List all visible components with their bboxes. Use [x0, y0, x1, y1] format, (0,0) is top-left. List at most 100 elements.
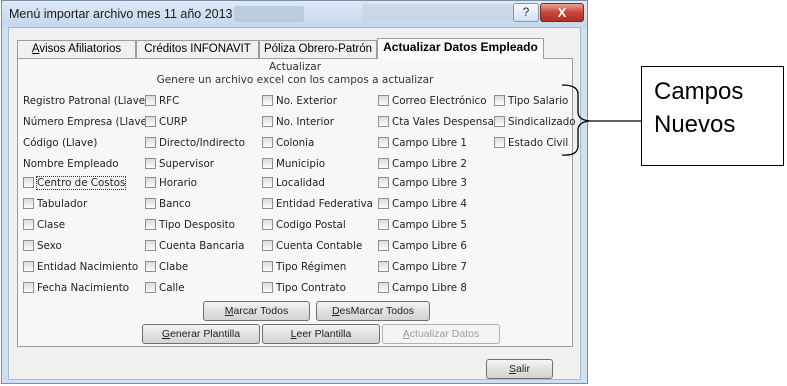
- checkbox-cta-vales-despensa[interactable]: Cta Vales Despensa: [378, 116, 494, 128]
- checkbox-no-exterior[interactable]: No. Exterior: [262, 95, 337, 107]
- unmark-all-button[interactable]: DesMarcar Todos: [316, 301, 430, 321]
- update-data-button[interactable]: Actualizar Datos: [382, 324, 500, 344]
- tab-actualizar-datos-empleado[interactable]: Actualizar Datos Empleado: [377, 38, 544, 59]
- checkbox-box[interactable]: [23, 219, 34, 230]
- tab-avisos-afiliatorios[interactable]: Avisos Afiliatorios: [17, 40, 136, 58]
- checkbox-cuenta-bancaria[interactable]: Cuenta Bancaria: [145, 240, 244, 252]
- checkbox-box[interactable]: [145, 95, 156, 106]
- checkbox-box[interactable]: [378, 261, 389, 272]
- checkbox-box[interactable]: [262, 198, 273, 209]
- checkbox-box[interactable]: [378, 198, 389, 209]
- generate-template-button[interactable]: Generar Plantilla: [142, 324, 260, 344]
- checkbox-box[interactable]: [378, 95, 389, 106]
- checkbox-box[interactable]: [145, 116, 156, 127]
- checkbox-fecha-nacimiento[interactable]: Fecha Nacimiento: [23, 282, 129, 294]
- checkbox-box[interactable]: [262, 95, 273, 106]
- brace-path: [561, 84, 591, 156]
- panel-subheading: Genere un archivo excel con los campos a…: [156, 74, 434, 86]
- checkbox-campo-libre-4[interactable]: Campo Libre 4: [378, 198, 467, 210]
- checkbox-box[interactable]: [262, 219, 273, 230]
- checkbox-clabe[interactable]: Clabe: [145, 261, 188, 273]
- brace-annotation: [561, 84, 641, 156]
- checkbox-supervisor[interactable]: Supervisor: [145, 158, 214, 170]
- checkbox-directo-indirecto[interactable]: Directo/Indirecto: [145, 137, 245, 149]
- checkbox-no-interior[interactable]: No. Interior: [262, 116, 334, 128]
- panel-heading: Actualizar: [268, 61, 322, 73]
- checkbox-box[interactable]: [262, 282, 273, 293]
- checkbox-box[interactable]: [262, 116, 273, 127]
- checkbox-box[interactable]: [378, 240, 389, 251]
- checkbox-box[interactable]: [145, 177, 156, 188]
- checkbox-box[interactable]: [145, 282, 156, 293]
- checkbox-box[interactable]: [262, 261, 273, 272]
- help-button[interactable]: ?: [513, 3, 539, 22]
- checkbox-horario[interactable]: Horario: [145, 177, 197, 189]
- background-window-blur: [234, 6, 304, 22]
- dialog-client-area: Avisos Afiliatorios Créditos INFONAVIT P…: [8, 27, 581, 380]
- checkbox-colonia[interactable]: Colonia: [262, 137, 314, 149]
- tab-poliza-obrero-patron[interactable]: Póliza Obrero-Patrón: [259, 40, 377, 58]
- checkbox-box[interactable]: [23, 177, 34, 188]
- mark-all-button[interactable]: Marcar Todos: [203, 301, 310, 321]
- checkbox-sexo[interactable]: Sexo: [23, 240, 62, 252]
- checkbox-box[interactable]: [378, 137, 389, 148]
- checkbox-tabulador[interactable]: Tabulador: [23, 198, 87, 210]
- checkbox-centro-de-costos[interactable]: Centro de Costos: [23, 176, 127, 190]
- checkbox-entidad-federativa[interactable]: Entidad Federativa: [262, 198, 373, 210]
- checkbox-tipo-desposito[interactable]: Tipo Desposito: [145, 219, 235, 231]
- checkbox-tipo-contrato[interactable]: Tipo Contrato: [262, 282, 346, 294]
- checkbox-municipio[interactable]: Municipio: [262, 158, 325, 170]
- checkbox-box[interactable]: [145, 240, 156, 251]
- checkbox-campo-libre-8[interactable]: Campo Libre 8: [378, 282, 467, 294]
- checkbox-box[interactable]: [262, 177, 273, 188]
- checkbox-cuenta-contable[interactable]: Cuenta Contable: [262, 240, 362, 252]
- window-title: Menú importar archivo mes 11 año 2013: [9, 7, 233, 21]
- checkbox-box[interactable]: [262, 137, 273, 148]
- checkbox-clase[interactable]: Clase: [23, 219, 65, 231]
- checkbox-box[interactable]: [494, 137, 505, 148]
- read-template-button[interactable]: Leer Plantilla: [262, 324, 380, 344]
- tab-creditos-infonavit[interactable]: Créditos INFONAVIT: [136, 40, 259, 58]
- background-window-blur: [362, 4, 522, 22]
- checkbox-box[interactable]: [378, 219, 389, 230]
- checkbox-box[interactable]: [145, 198, 156, 209]
- checkbox-campo-libre-6[interactable]: Campo Libre 6: [378, 240, 467, 252]
- checkbox-campo-libre-1[interactable]: Campo Libre 1: [378, 137, 467, 149]
- checkbox-entidad-nacimiento[interactable]: Entidad Nacimiento: [23, 261, 138, 273]
- checkbox-box[interactable]: [262, 240, 273, 251]
- checkbox-banco[interactable]: Banco: [145, 198, 191, 210]
- checkbox-box[interactable]: [145, 219, 156, 230]
- checkbox-localidad[interactable]: Localidad: [262, 177, 325, 189]
- checkbox-tipo-salario[interactable]: Tipo Salario: [494, 95, 568, 107]
- label-nombre-empleado: Nombre Empleado: [23, 158, 119, 170]
- checkbox-box[interactable]: [145, 261, 156, 272]
- checkbox-box[interactable]: [494, 116, 505, 127]
- checkbox-tipo-regimen[interactable]: Tipo Régimen: [262, 261, 346, 273]
- checkbox-rfc[interactable]: RFC: [145, 95, 179, 107]
- checkbox-box[interactable]: [145, 158, 156, 169]
- exit-button[interactable]: Salir: [486, 359, 553, 379]
- checkbox-box[interactable]: [23, 198, 34, 209]
- checkbox-calle[interactable]: Calle: [145, 282, 185, 294]
- checkbox-box[interactable]: [378, 116, 389, 127]
- checkbox-box[interactable]: [378, 158, 389, 169]
- checkbox-box[interactable]: [378, 282, 389, 293]
- checkbox-campo-libre-5[interactable]: Campo Libre 5: [378, 219, 467, 231]
- checkbox-estado-civil[interactable]: Estado Civil: [494, 137, 568, 149]
- callout-box: Campos Nuevos: [641, 66, 784, 166]
- checkbox-codigo-postal[interactable]: Codigo Postal: [262, 219, 346, 231]
- checkbox-box[interactable]: [262, 158, 273, 169]
- checkbox-campo-libre-7[interactable]: Campo Libre 7: [378, 261, 467, 273]
- checkbox-box[interactable]: [145, 137, 156, 148]
- checkbox-box[interactable]: [23, 282, 34, 293]
- checkbox-box[interactable]: [23, 240, 34, 251]
- checkbox-box[interactable]: [494, 95, 505, 106]
- checkbox-box[interactable]: [23, 261, 34, 272]
- checkbox-curp[interactable]: CURP: [145, 116, 187, 128]
- checkbox-box[interactable]: [378, 177, 389, 188]
- title-bar[interactable]: Menú importar archivo mes 11 año 2013 ? …: [2, 1, 587, 27]
- checkbox-campo-libre-3[interactable]: Campo Libre 3: [378, 177, 467, 189]
- close-button[interactable]: X: [540, 3, 584, 22]
- checkbox-campo-libre-2[interactable]: Campo Libre 2: [378, 158, 467, 170]
- checkbox-correo-electronico[interactable]: Correo Electrónico: [378, 95, 487, 107]
